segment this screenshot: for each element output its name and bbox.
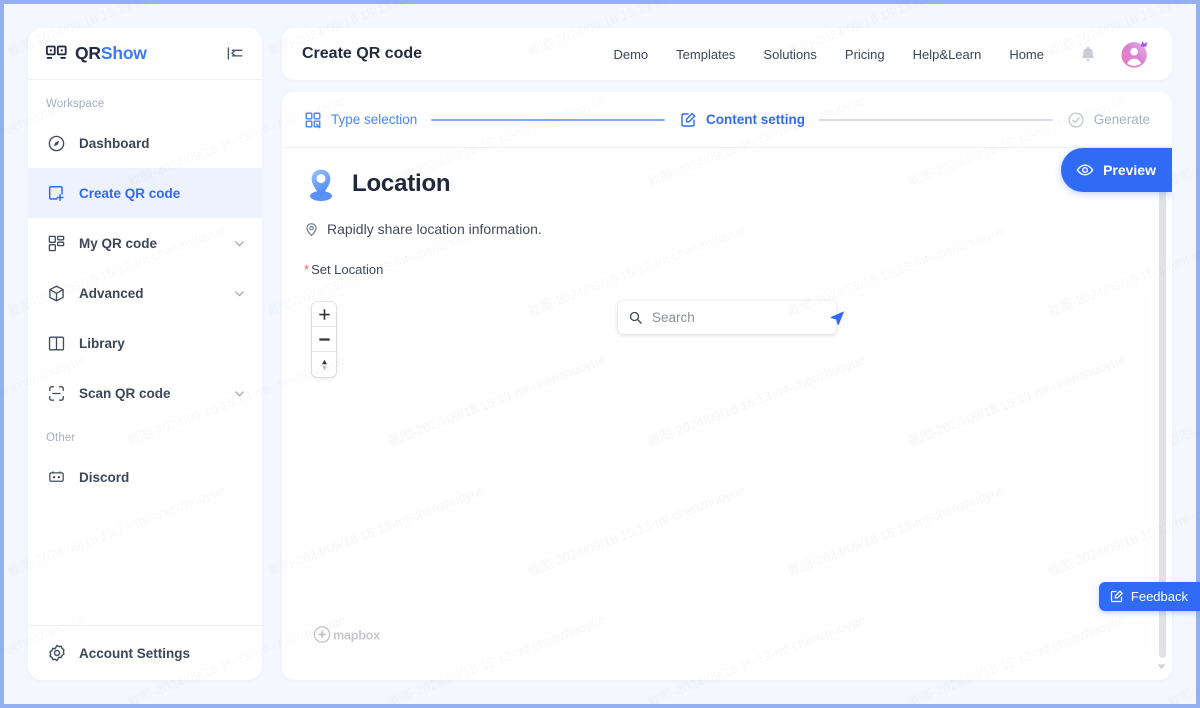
sidebar-item-label: Scan QR code [79,385,171,401]
map-search-input[interactable] [643,310,829,325]
step-label: Content setting [706,112,806,127]
sidebar-item-create-qr-code[interactable]: Create QR code [28,168,262,218]
topnav-item-pricing[interactable]: Pricing [845,47,885,62]
qr-code-icon [46,43,67,64]
edit-pencil-icon [1109,589,1124,604]
topnav-item-solutions[interactable]: Solutions [763,47,816,62]
map-zoom-in-button[interactable] [312,302,336,327]
map-canvas[interactable]: mapbox [304,294,1150,654]
step-label: Type selection [331,112,418,127]
stepper: Type selection Content setting Generate [282,92,1172,148]
top-bar: Create QR code Demo Templates Solutions … [282,28,1172,80]
sidebar-item-label: Dashboard [79,135,150,151]
compass-icon [46,133,67,154]
sidebar-item-label: Advanced [79,285,144,301]
book-icon [46,333,67,354]
main-column: Create QR code Demo Templates Solutions … [282,28,1172,680]
set-location-label: * Set Location [304,262,1150,277]
edit-square-icon [679,111,697,129]
content-card: Type selection Content setting Generate … [282,92,1172,680]
plus-icon [318,308,331,321]
sidebar-nav: Workspace Dashboard Create QR code My QR… [28,80,262,625]
content-body: Location Rapidly share location informat… [282,148,1172,680]
compass-pitch-icon [318,358,331,372]
map-compass-button[interactable] [312,352,336,377]
gear-icon [46,643,67,664]
minus-icon [318,333,331,346]
discord-icon [46,467,67,488]
location-pin-icon [304,166,338,202]
sidebar-item-advanced[interactable]: Advanced [28,268,262,318]
qr-select-icon [304,111,322,129]
step-label: Generate [1093,112,1151,127]
eye-icon [1076,161,1094,179]
notification-bell-icon[interactable] [1078,43,1098,65]
sidebar-item-dashboard[interactable]: Dashboard [28,118,262,168]
brand-title: QRShow [75,43,147,64]
sidebar-item-label: My QR code [79,235,158,251]
sidebar-item-label: Create QR code [79,185,181,201]
location-subtitle: Rapidly share location information. [327,221,542,237]
step-type-selection[interactable]: Type selection [304,111,417,129]
top-bar-actions [1078,37,1152,71]
topnav-item-home[interactable]: Home [1009,47,1044,62]
location-title: Location [352,170,451,197]
chevron-down-icon[interactable] [232,386,246,400]
map-pin-outline-icon [304,222,319,237]
preview-button[interactable]: Preview [1061,148,1172,192]
step-connector-1 [431,118,666,121]
brand-title-accent: Show [100,43,147,63]
sidebar-item-my-qr-code[interactable]: My QR code [28,218,262,268]
add-square-icon [46,183,67,204]
step-content-setting[interactable]: Content setting [679,111,805,129]
sidebar-item-label: Account Settings [79,645,191,661]
navigation-arrow-icon[interactable] [829,309,846,326]
top-nav: Demo Templates Solutions Pricing Help&Le… [613,47,1044,62]
topnav-item-help-learn[interactable]: Help&Learn [913,47,982,62]
brand-row: QRShow [28,28,262,80]
collapse-sidebar-icon[interactable] [224,43,246,65]
feedback-button[interactable]: Feedback [1098,582,1200,611]
sidebar-item-discord[interactable]: Discord [28,452,262,502]
required-mark: * [304,262,310,277]
sidebar-group-label-other: Other [46,432,76,444]
sidebar: QRShow Workspace Dashboard Create QR cod… [28,28,262,680]
app-window: QRShow Workspace Dashboard Create QR cod… [0,0,1200,708]
sidebar-item-library[interactable]: Library [28,318,262,368]
map-search-box[interactable] [618,301,845,334]
map-zoom-out-button[interactable] [312,327,336,352]
sidebar-item-scan-qr-code[interactable]: Scan QR code [28,368,262,418]
user-avatar-crown-icon[interactable] [1118,37,1152,71]
page-title: Create QR code [302,45,423,62]
sidebar-item-account-settings[interactable]: Account Settings [28,626,262,680]
set-location-label-text: Set Location [311,262,384,277]
sidebar-group-label-workspace: Workspace [46,98,105,110]
sidebar-item-label: Discord [79,469,130,485]
sidebar-item-label: Library [79,335,125,351]
brand-title-primary: QR [75,43,101,63]
step-connector-2 [819,118,1053,121]
cube-icon [46,283,67,304]
map-zoom-controls [312,302,336,377]
qr-grid-icon [46,233,67,254]
check-circle-icon [1067,111,1085,129]
mapbox-logo-icon[interactable]: mapbox [313,625,391,644]
preview-button-label: Preview [1103,162,1156,178]
location-title-row: Location [304,166,1150,202]
chevron-down-icon[interactable] [232,286,246,300]
sidebar-footer: Account Settings [28,625,262,680]
svg-text:mapbox: mapbox [333,628,380,642]
chevron-down-icon[interactable] [232,236,246,250]
topnav-item-demo[interactable]: Demo [613,47,648,62]
topnav-item-templates[interactable]: Templates [676,47,735,62]
step-generate[interactable]: Generate [1067,111,1150,129]
scan-frame-icon [46,383,67,404]
feedback-button-label: Feedback [1130,589,1188,604]
search-icon [628,310,643,325]
location-subtitle-row: Rapidly share location information. [304,221,1150,237]
scroll-down-caret-icon[interactable] [1156,661,1167,672]
